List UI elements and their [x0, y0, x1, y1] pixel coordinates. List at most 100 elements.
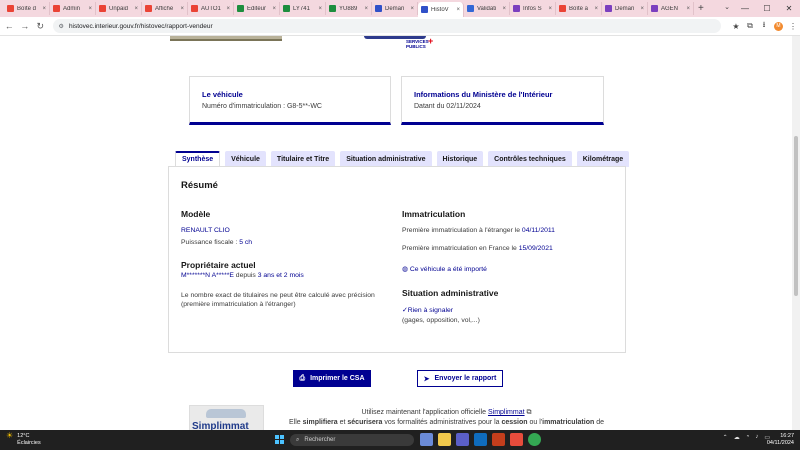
- back-icon[interactable]: ←: [3, 21, 16, 31]
- tab-close-icon[interactable]: ×: [88, 6, 92, 12]
- minimize-icon[interactable]: —: [734, 0, 756, 17]
- tab-close-icon[interactable]: ×: [42, 6, 46, 12]
- browser-tab[interactable]: HistoV ×: [418, 2, 464, 17]
- tab-label: Deman: [615, 5, 635, 12]
- windows-start-icon[interactable]: [275, 435, 284, 444]
- simplimmat-link[interactable]: Simplimmat: [488, 409, 525, 416]
- tab-close-icon[interactable]: ×: [640, 6, 644, 12]
- owner-note-2: (première immatriculation à l'étranger): [181, 301, 296, 308]
- tab-close-icon[interactable]: ×: [594, 6, 598, 12]
- tab-search-icon[interactable]: ⌄: [724, 3, 730, 11]
- browser-tab-bar: Boîte d × Admin × Unpaid × Affiche × AUTO1 × Edite…: [0, 0, 800, 17]
- cloud-icon[interactable]: ☁: [734, 434, 740, 441]
- extensions-icon[interactable]: ⧉: [743, 21, 757, 31]
- tab-kilometrage[interactable]: Kilométrage: [576, 151, 630, 167]
- tab-favicon-icon: [53, 5, 60, 12]
- tab-favicon-icon: [651, 5, 658, 12]
- tab-historique[interactable]: Historique: [436, 151, 484, 167]
- chrome-icon[interactable]: [528, 433, 541, 446]
- system-tray: ⌃ ☁ ◔ ♪ ▭: [717, 434, 770, 441]
- tab-close-icon[interactable]: ×: [134, 6, 138, 12]
- tab-close-icon[interactable]: ×: [272, 6, 276, 12]
- tab-close-icon[interactable]: ×: [180, 6, 184, 12]
- send-report-button[interactable]: ➤ Envoyer le rapport: [417, 370, 503, 387]
- bookmark-star-icon[interactable]: ★: [729, 22, 743, 31]
- foreign-registration: Première immatriculation à l'étranger le…: [402, 227, 555, 234]
- browser-tab[interactable]: Deman ×: [602, 2, 648, 15]
- browser-tab[interactable]: Deman ×: [372, 2, 418, 15]
- browser-tab[interactable]: Admin ×: [50, 2, 96, 15]
- ministry-card: Informations du Ministère de l'Intérieur…: [401, 76, 604, 125]
- wifi-icon[interactable]: ◔: [746, 434, 750, 441]
- tab-close-icon[interactable]: ×: [456, 7, 460, 13]
- browser-tab[interactable]: AGEN ×: [648, 2, 694, 15]
- browser-tab[interactable]: YU889 ×: [326, 2, 372, 15]
- vehicle-card-title: Le véhicule: [202, 90, 243, 99]
- browser-tab[interactable]: LY741 ×: [280, 2, 326, 15]
- office-icon[interactable]: [492, 433, 505, 446]
- volume-icon[interactable]: ♪: [755, 434, 758, 441]
- widgets-app-icon[interactable]: [420, 433, 433, 446]
- file-explorer-icon[interactable]: [438, 433, 451, 446]
- address-bar[interactable]: ⚙ histovec.interieur.gouv.fr/histovec/ra…: [52, 19, 721, 33]
- windows-taskbar: ☀ 12°C Éclaircies ⌕ Rechercher ⌃ ☁ ◔ ♪ ▭…: [0, 430, 800, 450]
- menu-kebab-icon[interactable]: ⋮: [786, 22, 800, 31]
- tab-controles-techniques[interactable]: Contrôles techniques: [488, 151, 572, 167]
- header-image: [170, 36, 282, 41]
- browser-tab[interactable]: AUTO1 ×: [188, 2, 234, 15]
- downloads-icon[interactable]: ⭳: [757, 19, 771, 33]
- maximize-icon[interactable]: ☐: [756, 0, 778, 17]
- forward-icon[interactable]: →: [19, 21, 32, 31]
- tab-close-icon[interactable]: ×: [502, 6, 506, 12]
- outlook-icon[interactable]: [474, 433, 487, 446]
- teams-icon[interactable]: [456, 433, 469, 446]
- tab-favicon-icon: [99, 5, 106, 12]
- close-icon[interactable]: ✕: [778, 0, 800, 17]
- tab-vehicule[interactable]: Véhicule: [225, 151, 266, 167]
- page-scrollbar[interactable]: [792, 36, 800, 430]
- browser-tab[interactable]: Editeur ×: [234, 2, 280, 15]
- tab-titulaire[interactable]: Titulaire et Titre: [270, 151, 336, 167]
- tab-favicon-icon: [513, 5, 520, 12]
- window-controls: — ☐ ✕: [734, 0, 800, 17]
- weather-widget[interactable]: ☀ 12°C Éclaircies: [6, 432, 41, 446]
- tab-close-icon[interactable]: ×: [410, 6, 414, 12]
- browser-tab[interactable]: Unpaid ×: [96, 2, 142, 15]
- summary-title: Résumé: [181, 180, 218, 191]
- tab-label: Deman: [385, 5, 405, 12]
- profile-avatar[interactable]: M: [774, 21, 783, 31]
- tab-close-icon[interactable]: ×: [364, 6, 368, 12]
- tab-label: Admin: [63, 5, 81, 12]
- browser-tab[interactable]: Boîte a ×: [556, 2, 602, 15]
- tab-label: Editeur: [247, 5, 267, 12]
- tray-chevron-icon[interactable]: ⌃: [723, 434, 728, 441]
- browser-tab[interactable]: Validati ×: [464, 2, 510, 15]
- model-name: RENAULT CLIO: [181, 227, 230, 234]
- new-tab-button[interactable]: +: [698, 3, 708, 14]
- tab-label: HistoV: [431, 6, 449, 13]
- tab-close-icon[interactable]: ×: [226, 6, 230, 12]
- browser-tab[interactable]: Affiche ×: [142, 2, 188, 15]
- tab-favicon-icon: [191, 5, 198, 12]
- taskbar-search-input[interactable]: ⌕ Rechercher: [290, 434, 414, 446]
- owner-heading: Propriétaire actuel: [181, 260, 256, 270]
- tab-favicon-icon: [329, 5, 336, 12]
- site-info-icon[interactable]: ⚙: [59, 23, 64, 30]
- browser-tab[interactable]: Infos S ×: [510, 2, 556, 15]
- tab-close-icon[interactable]: ×: [686, 6, 690, 12]
- tab-close-icon[interactable]: ×: [318, 6, 322, 12]
- reload-icon[interactable]: ↻: [34, 21, 47, 32]
- tab-label: Boîte a: [569, 5, 589, 12]
- tab-close-icon[interactable]: ×: [548, 6, 552, 12]
- tab-synthese[interactable]: Synthèse: [175, 151, 221, 167]
- tab-situation-administrative[interactable]: Situation administrative: [340, 151, 432, 167]
- print-csa-button[interactable]: ⎙ Imprimer le CSA: [293, 370, 371, 387]
- taskbar-clock[interactable]: 16:27 04/11/2024: [767, 433, 794, 446]
- services-publics-logo: SERVICES PUBLICS +: [406, 36, 434, 50]
- acrobat-icon[interactable]: [510, 433, 523, 446]
- model-heading: Modèle: [181, 209, 211, 219]
- ministry-card-title: Informations du Ministère de l'Intérieur: [414, 90, 553, 99]
- tab-favicon-icon: [605, 5, 612, 12]
- registration-heading: Immatriculation: [402, 209, 466, 219]
- browser-tab[interactable]: Boîte d ×: [4, 2, 50, 15]
